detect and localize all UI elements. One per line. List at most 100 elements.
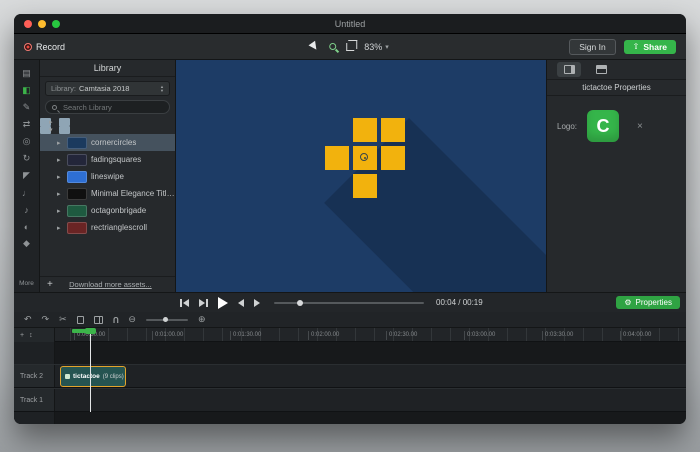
sidebar-item-audio-effects[interactable]: ♪ [14,201,39,218]
cut-button[interactable]: ✂ [59,314,67,325]
zoom-out-button[interactable]: ⊖ [128,314,136,325]
jump-to-end-button[interactable] [199,299,208,307]
asset-thumbnail [67,188,87,200]
caret-right-icon[interactable]: ▸ [57,190,63,198]
library-tree: ▸ Icons ▾ Intros ▸ cornercircles ▸ [40,118,175,276]
library-panel: Library Library: Camtasia 2018 ▲▼ ▸ Icon… [40,60,176,292]
library-asset-row[interactable]: ▸ lineswipe [40,168,175,185]
sidebar-item-transitions[interactable]: ⇄ [14,116,39,133]
undo-button[interactable]: ↶ [24,314,32,325]
intro-square [353,146,377,170]
sidebar-item-animations[interactable]: ↻ [14,150,39,167]
zoom-slider-handle[interactable] [163,317,168,322]
folder-icon [59,126,70,134]
copy-button[interactable] [77,316,84,324]
add-track-button[interactable]: + [20,332,24,339]
sidebar-item-voice-narration[interactable]: ♩ [14,184,39,201]
search-input[interactable] [61,102,163,113]
ruler-label: 0:02:30.00 [386,331,464,340]
clip-title: tictactoe [73,373,100,380]
library-asset-row[interactable]: ▸ cornercircles [40,134,175,151]
timeline-ruler[interactable]: + ↕ 0:00:30.00 0:01:00.00 0:01:30.00 0:0… [14,328,686,342]
next-frame-button[interactable] [254,299,260,307]
app-toolbar: Record 83% ▾ Sign In ⇧ Share [14,34,686,60]
track-label: Track 2 [14,365,55,387]
library-asset-row[interactable]: ▸ octagonbrigade [40,202,175,219]
logo-thumbnail[interactable]: C [587,110,619,142]
app-window: Untitled Record 83% ▾ Sign In ⇧ Share [14,14,686,424]
redo-button[interactable]: ↷ [42,314,50,325]
main-area: ▤ ◧ ✎ ⇄ ◎ ↻ ◤ ♩ ♪ ◐ ◆ More Library Libra… [14,60,686,292]
properties-tab-2[interactable] [589,62,613,77]
close-window-button[interactable] [24,20,32,28]
caret-right-icon[interactable]: ▸ [49,118,55,126]
library-asset-row[interactable]: ▸ rectrianglescroll [40,219,175,236]
sign-in-button[interactable]: Sign In [569,39,615,55]
library-folder-row[interactable]: ▾ Intros [40,126,51,134]
clear-logo-button[interactable]: × [637,121,643,132]
zoom-in-button[interactable]: ⊕ [198,314,206,325]
track-label: Track 1 [14,389,55,411]
library-select[interactable]: Library: Camtasia 2018 ▲▼ [45,81,170,96]
sidebar-item-annotations[interactable]: ✎ [14,99,39,116]
track-height-toggle[interactable]: ↕ [29,332,33,339]
timeline-zoom-slider[interactable] [146,319,188,321]
pointer-tool-icon[interactable] [309,41,322,55]
canvas[interactable] [176,60,546,292]
sidebar-item-behaviors[interactable]: ◎ [14,133,39,150]
caret-right-icon[interactable]: ▸ [57,207,63,215]
caret-right-icon[interactable]: ▸ [57,224,63,232]
clip-group-icon [65,374,70,379]
timeline-clip-tictactoe[interactable]: tictactoe (9 clips) [60,366,126,387]
panel-layout-icon [596,65,607,74]
minimize-window-button[interactable] [38,20,46,28]
sidebar-item-media[interactable]: ▤ [14,65,39,82]
library-asset-row[interactable]: ▸ Minimal Elegance Title 1 [40,185,175,202]
canvas-zoom-select[interactable]: 83% ▾ [364,42,389,52]
prev-frame-button[interactable] [238,299,244,307]
crop-tool-icon[interactable] [346,43,354,51]
record-icon [24,43,32,51]
jump-to-start-button[interactable] [180,299,189,307]
record-button[interactable]: Record [24,42,65,52]
ruler-label: 0:04:00.00 [620,331,686,340]
panel-layout-icon [564,65,575,74]
share-button[interactable]: ⇧ Share [624,40,676,54]
split-button[interactable] [94,316,103,324]
caret-right-icon[interactable]: ▸ [57,156,63,164]
playback-controls [180,297,260,309]
asset-thumbnail [67,137,87,149]
cursor-effects-icon: ◤ [23,170,30,181]
download-more-assets-link[interactable]: Download more assets... [69,280,152,289]
track-row[interactable]: Track 2 tictactoe (9 clips) [14,364,686,388]
playhead[interactable] [90,328,91,412]
sidebar-item-interactivity[interactable]: ◆ [14,235,39,252]
magnet-snap-button[interactable]: U [113,315,119,324]
sidebar-more-button[interactable]: More [19,280,34,292]
zoom-window-button[interactable] [52,20,60,28]
library-asset-row[interactable]: ▸ fadingsquares [40,151,175,168]
search-box[interactable] [45,100,170,114]
play-button[interactable] [218,297,228,309]
zoom-tool-icon[interactable] [329,43,336,50]
scrubber[interactable] [274,302,424,304]
playhead-handle[interactable] [85,328,96,334]
track-row[interactable]: Track 1 [14,388,686,412]
properties-button[interactable]: ⚙ Properties [616,296,680,309]
sidebar-item-library[interactable]: ◧ [14,82,39,99]
sidebar-item-visual-effects[interactable]: ◐ [14,218,39,235]
sidebar-item-cursor-effects[interactable]: ◤ [14,167,39,184]
caret-right-icon[interactable]: ▸ [57,173,63,181]
properties-body: Logo: C × [547,96,686,156]
chevron-down-icon: ▾ [385,43,389,51]
properties-tab-1[interactable] [557,62,581,77]
intro-square [353,174,377,198]
add-to-library-button[interactable]: + [47,279,53,290]
tools-sidebar: ▤ ◧ ✎ ⇄ ◎ ↻ ◤ ♩ ♪ ◐ ◆ More [14,60,40,292]
scrubber-handle[interactable] [297,300,303,306]
caret-right-icon[interactable]: ▸ [57,139,63,147]
toolbar-right: Sign In ⇧ Share [569,39,676,55]
asset-thumbnail [67,171,87,183]
caret-open-icon[interactable]: ▾ [49,126,55,134]
asset-thumbnail [67,205,87,217]
